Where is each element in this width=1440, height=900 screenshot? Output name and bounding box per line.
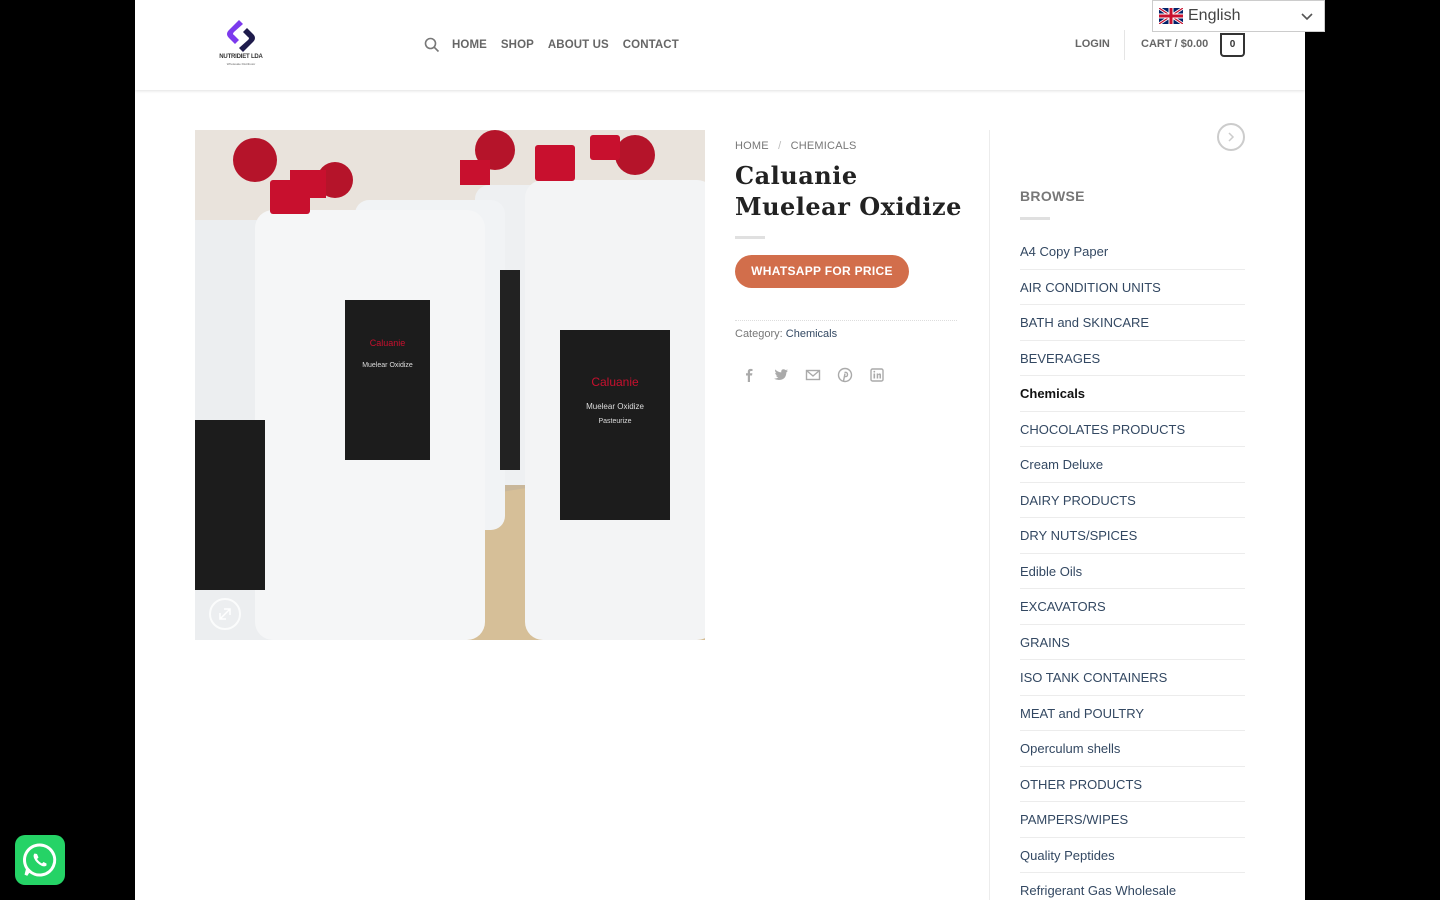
sidebar-item-bath-and-skincare[interactable]: BATH and SKINCARE (1020, 305, 1245, 341)
breadcrumb-home[interactable]: HOME (735, 140, 769, 152)
sidebar-item-refrigerant-gas-wholesale[interactable]: Refrigerant Gas Wholesale (1020, 873, 1245, 900)
main-nav: HOME SHOP ABOUT US CONTACT (424, 36, 693, 54)
cart-count-badge[interactable]: 0 (1220, 33, 1245, 57)
facebook-icon[interactable] (740, 366, 758, 384)
whatsapp-for-price-button[interactable]: WHATSAPP FOR PRICE (735, 255, 909, 288)
whatsapp-icon (23, 843, 57, 877)
logo-text: NUTRIDIET LDA (219, 54, 263, 60)
login-link[interactable]: LOGIN (1075, 38, 1110, 50)
language-switcher[interactable]: English (1152, 0, 1325, 32)
sidebar-item-beverages[interactable]: BEVERAGES (1020, 341, 1245, 376)
logo-subtext: Wholesale Distributor (226, 62, 256, 66)
category-label: Category: (735, 328, 783, 340)
logo-mark-icon (227, 20, 255, 52)
product-image[interactable]: Caluanie Muelear Oxidize Pasteurize Calu… (195, 130, 705, 640)
pinterest-icon[interactable] (836, 366, 854, 384)
nav-about-us[interactable]: ABOUT US (548, 39, 609, 51)
label-product-text: Muelear Oxidize (586, 402, 644, 411)
sidebar-item-quality-peptides[interactable]: Quality Peptides (1020, 838, 1245, 873)
sidebar-item-a4-copy-paper[interactable]: A4 Copy Paper (1020, 234, 1245, 270)
product-category: Category: Chemicals (735, 328, 837, 340)
search-icon[interactable] (424, 37, 440, 53)
page: NUTRIDIET LDA Wholesale Distributor HOME… (135, 0, 1305, 900)
gb-flag-icon (1159, 8, 1183, 24)
sidebar-item-dairy-products[interactable]: DAIRY PRODUCTS (1020, 483, 1245, 518)
category-list: A4 Copy Paper AIR CONDITION UNITS BATH and… (1020, 234, 1245, 900)
next-product-icon[interactable] (1217, 123, 1245, 151)
meta-divider (735, 320, 957, 321)
label-subtitle-text: Pasteurize (598, 418, 632, 425)
sidebar-item-cream-deluxe[interactable]: Cream Deluxe (1020, 447, 1245, 483)
product-title: Caluanie Muelear Oxidize (735, 161, 962, 221)
cart-link[interactable]: CART / $0.00 (1141, 38, 1208, 50)
breadcrumb: HOME / CHEMICALS (735, 140, 857, 152)
sidebar-item-edible-oils[interactable]: Edible Oils (1020, 554, 1245, 589)
nav-shop[interactable]: SHOP (501, 39, 534, 51)
label-product-text-2: Muelear Oxidize (362, 362, 413, 369)
sidebar-item-grains[interactable]: GRAINS (1020, 625, 1245, 660)
sidebar-item-pampers-wipes[interactable]: PAMPERS/WIPES (1020, 802, 1245, 838)
sidebar-title-divider (1020, 217, 1050, 220)
twitter-icon[interactable] (772, 366, 790, 384)
nav-contact[interactable]: CONTACT (623, 39, 679, 51)
whatsapp-chat-button[interactable] (15, 835, 65, 885)
site-header: NUTRIDIET LDA Wholesale Distributor HOME… (135, 0, 1305, 90)
language-label: English (1188, 7, 1241, 24)
sidebar-item-chocolates-products[interactable]: CHOCOLATES PRODUCTS (1020, 412, 1245, 447)
nav-home[interactable]: HOME (452, 39, 487, 51)
chevron-down-icon (1298, 7, 1316, 25)
label-brand-text-2: Caluanie (369, 338, 406, 348)
label-brand-text: Caluanie (591, 375, 639, 389)
sidebar-item-meat-and-poultry[interactable]: MEAT and POULTRY (1020, 696, 1245, 731)
sidebar-item-dry-nuts-spices[interactable]: DRY NUTS/SPICES (1020, 518, 1245, 554)
sidebar-title: BROWSE (1020, 188, 1085, 204)
sidebar-item-chemicals[interactable]: Chemicals (1020, 376, 1245, 412)
zoom-icon[interactable] (209, 598, 241, 630)
breadcrumb-separator: / (778, 140, 782, 152)
email-icon[interactable] (804, 366, 822, 384)
category-link[interactable]: Chemicals (786, 328, 837, 340)
cart-label: CART / (1141, 38, 1178, 50)
share-icons (740, 366, 886, 384)
sidebar-item-other-products[interactable]: OTHER PRODUCTS (1020, 767, 1245, 802)
header-divider (1124, 30, 1125, 60)
sidebar-divider (989, 130, 990, 900)
sidebar-item-operculum-shells[interactable]: Operculum shells (1020, 731, 1245, 767)
sidebar-item-air-condition-units[interactable]: AIR CONDITION UNITS (1020, 270, 1245, 305)
cart-price: $0.00 (1180, 38, 1209, 50)
site-logo[interactable]: NUTRIDIET LDA Wholesale Distributor (213, 16, 269, 68)
linkedin-icon[interactable] (868, 366, 886, 384)
title-divider (735, 236, 765, 239)
sidebar-item-excavators[interactable]: EXCAVATORS (1020, 589, 1245, 625)
breadcrumb-chemicals[interactable]: CHEMICALS (791, 140, 857, 152)
sidebar-item-iso-tank-containers[interactable]: ISO TANK CONTAINERS (1020, 660, 1245, 696)
